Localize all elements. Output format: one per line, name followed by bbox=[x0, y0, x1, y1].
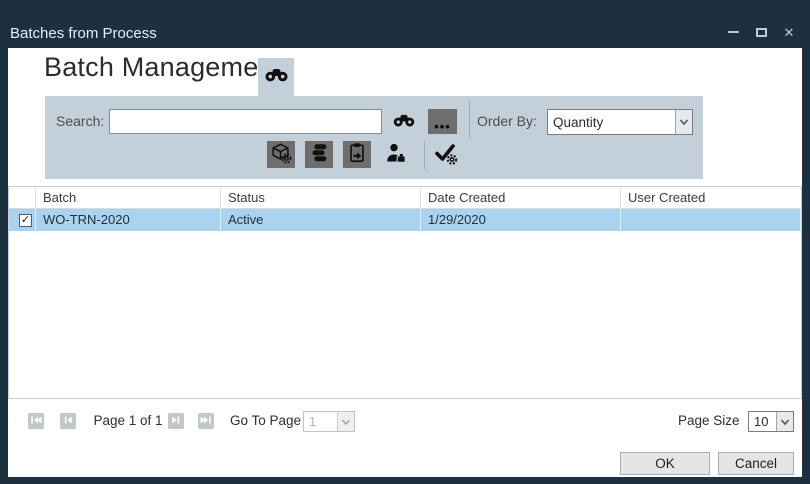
column-header-status[interactable]: Status bbox=[221, 187, 421, 209]
clipboard-arrow-icon bbox=[346, 142, 368, 167]
ellipsis-icon: ••• bbox=[434, 119, 451, 134]
column-header-user-created[interactable]: User Created bbox=[621, 187, 801, 209]
chevron-down-icon[interactable] bbox=[337, 412, 354, 431]
order-by-label: Order By: bbox=[477, 109, 537, 134]
maximize-icon[interactable] bbox=[754, 25, 768, 39]
page-title: Batch Management bbox=[44, 52, 281, 83]
work-order-button[interactable] bbox=[343, 141, 371, 168]
go-to-page-value: 1 bbox=[309, 412, 336, 431]
ok-button[interactable]: OK bbox=[620, 452, 710, 475]
person-briefcase-icon bbox=[384, 142, 408, 169]
user-button[interactable] bbox=[383, 142, 409, 168]
more-options-button[interactable]: ••• bbox=[428, 109, 457, 134]
previous-page-button[interactable] bbox=[60, 413, 76, 429]
dialog-content: Batch Management Search: bbox=[8, 48, 802, 477]
cancel-button[interactable]: Cancel bbox=[718, 452, 794, 475]
page-size-label: Page Size bbox=[678, 413, 740, 429]
toolbar-divider bbox=[424, 141, 425, 169]
last-page-icon bbox=[199, 413, 213, 430]
toolbar-panel: Search: ••• Order By: Qu bbox=[45, 96, 703, 179]
page-size-select[interactable]: 10 bbox=[748, 411, 794, 432]
tab-find[interactable] bbox=[258, 58, 294, 96]
batches-grid: Batch Status Date Created User Created ✓… bbox=[8, 186, 802, 399]
cell-batch: WO-TRN-2020 bbox=[36, 209, 221, 231]
window-title: Batches from Process bbox=[10, 25, 157, 42]
column-header-date-created[interactable]: Date Created bbox=[421, 187, 621, 209]
first-page-icon bbox=[29, 413, 43, 430]
row-checkbox[interactable]: ✓ bbox=[19, 214, 32, 227]
chevron-down-icon[interactable] bbox=[776, 412, 793, 431]
column-header-select[interactable] bbox=[9, 187, 36, 209]
order-by-value: Quantity bbox=[553, 110, 674, 134]
binoculars-icon bbox=[393, 114, 415, 130]
binoculars-icon bbox=[265, 68, 288, 87]
cell-status: Active bbox=[221, 209, 421, 231]
cell-date-created: 1/29/2020 bbox=[421, 209, 621, 231]
item-settings-button[interactable] bbox=[267, 141, 295, 168]
page-size-value: 10 bbox=[754, 412, 775, 431]
table-row[interactable]: ✓ WO-TRN-2020 Active 1/29/2020 bbox=[9, 209, 801, 231]
next-page-button[interactable] bbox=[168, 413, 184, 429]
search-input[interactable] bbox=[109, 109, 382, 134]
coins-stack-icon bbox=[308, 142, 330, 167]
column-header-batch[interactable]: Batch bbox=[36, 187, 221, 209]
window-controls: ✕ bbox=[726, 24, 796, 40]
search-label: Search: bbox=[56, 109, 104, 134]
check-gear-icon bbox=[434, 142, 458, 169]
last-page-button[interactable] bbox=[198, 413, 214, 429]
titlebar: Batches from Process ✕ bbox=[0, 0, 810, 48]
page-indicator: Page 1 of 1 bbox=[90, 413, 166, 429]
grid-header: Batch Status Date Created User Created bbox=[9, 187, 801, 209]
search-button[interactable] bbox=[391, 113, 417, 130]
close-icon[interactable]: ✕ bbox=[782, 25, 796, 39]
confirm-settings-button[interactable] bbox=[433, 142, 459, 168]
chevron-down-icon[interactable] bbox=[675, 110, 692, 134]
dialog-window: Batches from Process ✕ Batch Management … bbox=[0, 0, 810, 484]
inventory-button[interactable] bbox=[305, 141, 333, 168]
minimize-icon[interactable] bbox=[726, 25, 740, 39]
go-to-page-label: Go To Page bbox=[230, 413, 301, 429]
next-page-icon bbox=[169, 413, 183, 430]
order-by-select[interactable]: Quantity bbox=[547, 109, 693, 135]
cube-gear-icon bbox=[270, 142, 292, 167]
toolbar-divider bbox=[469, 101, 470, 138]
first-page-button[interactable] bbox=[28, 413, 44, 429]
previous-page-icon bbox=[61, 413, 75, 430]
go-to-page-select[interactable]: 1 bbox=[303, 411, 355, 432]
cell-user-created bbox=[621, 209, 801, 231]
